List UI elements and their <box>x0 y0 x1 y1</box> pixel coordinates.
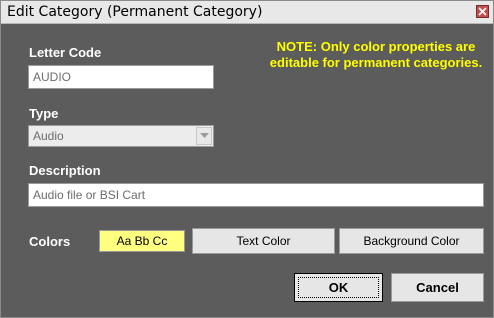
close-button[interactable] <box>476 5 489 18</box>
description-label: Description <box>29 163 101 178</box>
permanent-category-note: NOTE: Only color properties are editable… <box>269 39 483 70</box>
focus-indicator <box>298 277 379 298</box>
close-icon <box>478 7 487 16</box>
description-field[interactable]: Audio file or BSI Cart <box>28 183 484 207</box>
type-select[interactable]: Audio <box>28 125 214 147</box>
edit-category-dialog: Edit Category (Permanent Category) Lette… <box>0 0 494 318</box>
type-label: Type <box>29 106 59 121</box>
text-color-button[interactable]: Text Color <box>192 228 335 254</box>
ok-button[interactable]: OK <box>294 273 383 302</box>
letter-code-field[interactable]: AUDIO <box>28 65 214 89</box>
background-color-button[interactable]: Background Color <box>339 228 484 254</box>
color-preview-swatch: Aa Bb Cc <box>99 230 185 252</box>
letter-code-label: Letter Code <box>29 45 102 60</box>
cancel-button[interactable]: Cancel <box>391 273 484 302</box>
dialog-title: Edit Category (Permanent Category) <box>7 4 263 20</box>
type-select-value: Audio <box>33 129 64 143</box>
colors-label: Colors <box>29 234 71 249</box>
dropdown-arrow-button[interactable] <box>196 127 212 145</box>
title-bar: Edit Category (Permanent Category) <box>1 1 493 24</box>
chevron-down-icon <box>199 133 209 138</box>
